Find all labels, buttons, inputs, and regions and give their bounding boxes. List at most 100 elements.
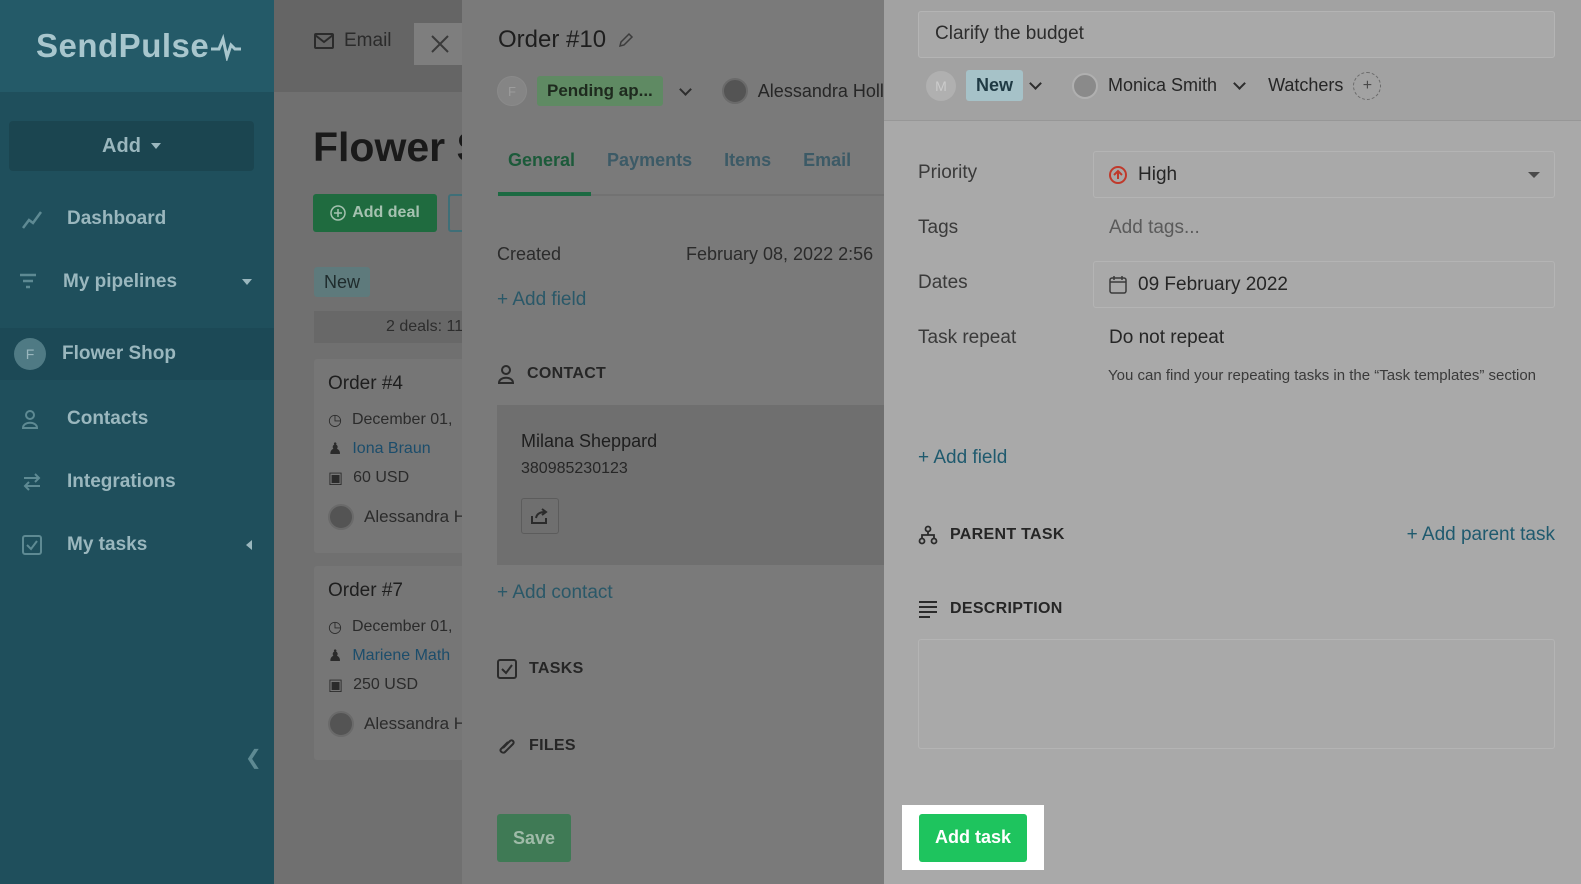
tab-payments[interactable]: Payments <box>591 146 708 196</box>
logo[interactable]: SendPulse <box>0 0 274 92</box>
task-status-dropdown[interactable]: New <box>966 70 1024 101</box>
avatar: F <box>497 76 527 106</box>
description-heading: DESCRIPTION <box>918 599 1063 619</box>
deal-title-text: Order #10 <box>498 26 607 53</box>
avatar <box>1072 72 1099 99</box>
deal-title: Order #10 <box>498 26 634 54</box>
sidebar-item-integrations[interactable]: Integrations <box>0 456 274 508</box>
caret-down-icon <box>242 279 252 285</box>
add-deal-label: Add deal <box>352 204 420 221</box>
tab-general[interactable]: General <box>498 146 592 196</box>
email-tab-label: Email <box>344 30 392 51</box>
share-button[interactable] <box>521 498 559 534</box>
user-icon <box>497 365 515 384</box>
sidebar-item-label: Dashboard <box>67 208 167 229</box>
repeat-label: Task repeat <box>918 327 1017 348</box>
clock-icon: ◷ <box>328 411 342 429</box>
avatar <box>328 504 354 530</box>
priority-value: High <box>1138 163 1178 185</box>
tags-input[interactable]: Add tags... <box>1109 217 1200 239</box>
sidebar-item-dashboard[interactable]: Dashboard <box>0 193 274 245</box>
funnel-icon <box>13 271 43 293</box>
email-tab[interactable]: Email <box>314 30 392 52</box>
dates-input[interactable]: 09 February 2022 <box>1093 261 1555 308</box>
add-watcher-button[interactable]: + <box>1353 71 1382 100</box>
pencil-icon[interactable] <box>618 32 634 48</box>
tasks-section-heading: TASKS <box>497 659 584 679</box>
text-align-icon <box>919 601 937 618</box>
dates-label: Dates <box>918 272 968 293</box>
arrows-swap-icon <box>17 471 47 493</box>
tab-items[interactable]: Items <box>708 146 787 196</box>
parent-task-heading: PARENT TASK <box>918 525 1065 545</box>
avatar: M <box>926 70 956 101</box>
add-parent-task-link[interactable]: + Add parent task <box>1407 524 1555 546</box>
chevron-down-icon[interactable] <box>678 82 692 96</box>
caret-down-icon <box>1528 172 1540 178</box>
plus-circle-icon <box>330 205 346 221</box>
save-button[interactable]: Save <box>497 814 571 862</box>
user-icon: ♟ <box>328 647 343 665</box>
add-deal-button[interactable]: Add deal <box>313 194 437 232</box>
deal-status-dropdown[interactable]: Pending ap... <box>537 76 663 106</box>
priority-select[interactable]: High <box>1093 151 1555 198</box>
created-label: Created <box>497 244 562 264</box>
collapse-sidebar-icon[interactable]: ❮ <box>245 745 262 770</box>
sidebar-item-contacts[interactable]: Contacts <box>0 393 274 445</box>
task-assignee[interactable]: Monica Smith <box>1072 72 1252 99</box>
column-summary: 2 deals: 11 <box>314 311 464 343</box>
description-textarea[interactable] <box>918 639 1555 749</box>
deal-panel: Order #10 F Pending ap... Alessandra Hol… <box>462 0 884 884</box>
deal-card[interactable]: Order #4 ◷ December 01, ♟ Iona Braun ▣ 60 U… <box>314 359 464 553</box>
add-contact-link[interactable]: + Add contact <box>497 582 613 604</box>
tab-email[interactable]: Email <box>787 146 867 196</box>
contact-heading-text: CONTACT <box>527 365 607 382</box>
column-status-badge: New <box>314 267 370 297</box>
deal-card[interactable]: Order #7 ◷ December 01, ♟ Mariene Math ▣ 25… <box>314 566 464 760</box>
sidebar-item-my-pipelines[interactable]: My pipelines <box>0 256 274 308</box>
task-add-field-link[interactable]: + Add field <box>918 447 1007 469</box>
wallet-icon: ▣ <box>328 676 344 694</box>
add-button[interactable]: Add <box>9 121 254 171</box>
parent-task-heading-text: PARENT TASK <box>950 526 1065 543</box>
caret-down-icon <box>150 143 161 149</box>
add-button-label: Add <box>102 134 141 157</box>
deal-add-field-link[interactable]: + Add field <box>497 289 586 311</box>
close-button[interactable] <box>414 23 464 65</box>
user-icon: ♟ <box>328 440 343 458</box>
sidebar-item-flower-shop[interactable]: F Flower Shop <box>0 328 274 380</box>
add-task-button[interactable]: Add task <box>919 813 1027 862</box>
watchers-label: Watchers <box>1268 75 1344 95</box>
deal-owner[interactable]: Alessandra Holls <box>721 78 884 104</box>
deal-card-contact[interactable]: Iona Braun <box>352 440 430 458</box>
watchers: Watchers + <box>1268 71 1382 100</box>
clock-icon: ◷ <box>328 618 342 636</box>
logo-text: SendPulse <box>36 27 210 64</box>
deal-card-amount: 250 USD <box>353 675 419 693</box>
contact-section-heading: CONTACT <box>497 364 606 384</box>
pipeline-avatar: F <box>14 338 46 370</box>
sidebar-item-label: My pipelines <box>63 271 178 292</box>
sidebar-item-my-tasks[interactable]: My tasks <box>0 519 274 571</box>
task-header: Clarify the budget M New Monica Smith Wa… <box>884 0 1581 121</box>
task-name-input[interactable]: Clarify the budget <box>918 11 1555 58</box>
description-heading-text: DESCRIPTION <box>950 600 1063 617</box>
deal-card-date: December 01, <box>351 410 453 428</box>
priority-label: Priority <box>918 162 978 183</box>
deal-card-contact[interactable]: Mariene Math <box>352 647 450 665</box>
repeat-select[interactable]: Do not repeat <box>1109 327 1224 349</box>
created-value: February 08, 2022 2:56 <box>686 244 874 264</box>
chart-line-icon <box>17 208 47 230</box>
tasks-heading-text: TASKS <box>529 660 584 677</box>
files-heading-text: FILES <box>529 737 576 754</box>
envelope-icon <box>314 33 334 49</box>
deal-card-owner: Alessandra H <box>364 507 464 526</box>
chevron-down-icon[interactable] <box>1029 77 1042 90</box>
contact-phone: 380985230123 <box>521 460 628 477</box>
contact-name: Milana Sheppard <box>521 431 658 451</box>
chevron-down-icon <box>1233 77 1246 90</box>
dates-value: 09 February 2022 <box>1138 273 1288 295</box>
sidebar-item-label: Flower Shop <box>62 343 176 364</box>
page-title: Flower Shop <box>313 124 464 170</box>
checkbox-icon <box>497 659 517 679</box>
